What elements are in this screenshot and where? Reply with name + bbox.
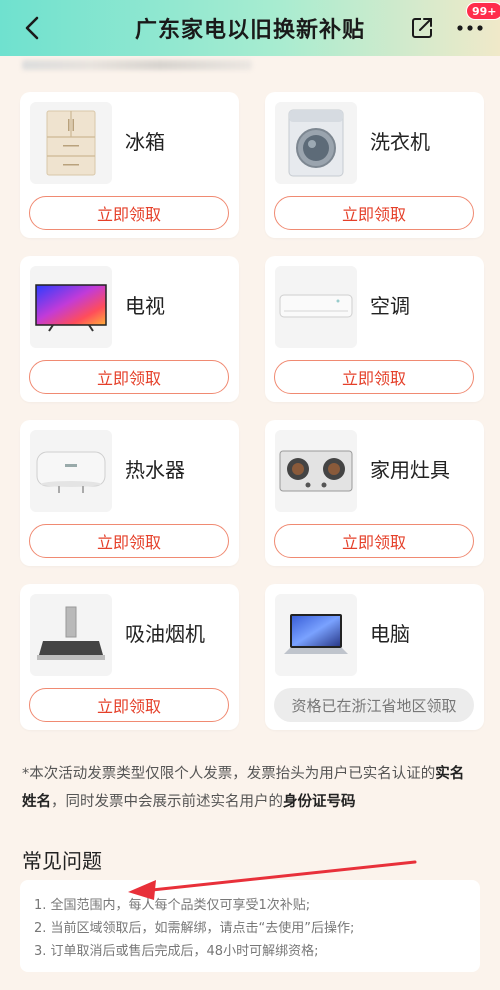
faq-list: 1. 全国范围内，每人每个品类仅可享受1次补贴; 2. 当前区域领取后，如需解绑… (20, 880, 480, 972)
product-image (275, 594, 357, 676)
faq-item: 2. 当前区域领取后，如需解绑，请点击“去使用”后操作; (34, 921, 355, 936)
product-card-washing-machine: 洗衣机 立即领取 (265, 92, 484, 238)
laptop-icon (284, 614, 348, 654)
faq-title: 常见问题 (22, 849, 102, 873)
product-card-laptop: 电脑 资格已在浙江省地区领取 (265, 584, 484, 730)
product-name: 电视 (125, 294, 165, 318)
tv-icon (35, 284, 107, 332)
note-text-2: ，同时发票中会展示前述实名用户的 (51, 794, 283, 810)
product-card-gas-stove: 家用灶具 立即领取 (265, 420, 484, 566)
product-card-air-conditioner: 空调 立即领取 (265, 256, 484, 402)
more-icon (457, 25, 483, 31)
product-name: 家用灶具 (370, 458, 450, 482)
product-name: 冰箱 (125, 130, 165, 154)
product-card-water-heater: 热水器 立即领取 (20, 420, 239, 566)
range-hood-icon (37, 606, 105, 660)
claim-button-water-heater[interactable]: 立即领取 (29, 524, 229, 558)
faq-item: 1. 全国范围内，每人每个品类仅可享受1次补贴; (34, 898, 311, 913)
page-title: 广东家电以旧换新补贴 (134, 18, 365, 43)
claim-button-washing-machine[interactable]: 立即领取 (274, 196, 474, 230)
claim-button-air-conditioner[interactable]: 立即领取 (274, 360, 474, 394)
product-image (275, 102, 357, 184)
product-card-fridge: 冰箱 立即领取 (20, 92, 239, 238)
blurred-address-text (22, 60, 252, 70)
claim-button-range-hood[interactable]: 立即领取 (29, 688, 229, 722)
note-text-1: *本次活动发票类型仅限个人发票，发票抬头为用户已实名认证的 (22, 766, 436, 782)
product-name: 吸油烟机 (125, 622, 205, 646)
product-name: 电脑 (370, 622, 410, 646)
top-navigation-bar: 广东家电以旧换新补贴 99+ (0, 0, 500, 56)
share-button[interactable] (406, 12, 438, 44)
claim-status-laptop: 资格已在浙江省地区领取 (274, 688, 474, 722)
product-name: 热水器 (125, 458, 185, 482)
product-image (275, 266, 357, 348)
product-image (275, 430, 357, 512)
product-image (30, 594, 112, 676)
product-image (30, 266, 112, 348)
share-icon (412, 18, 432, 38)
gas-stove-icon (279, 450, 353, 492)
water-heater-icon (36, 451, 106, 493)
chevron-left-icon (25, 16, 39, 40)
fridge-icon (46, 110, 96, 176)
invoice-note: *本次活动发票类型仅限个人发票，发票抬头为用户已实名认证的实名姓名，同时发票中会… (22, 760, 478, 816)
product-name: 空调 (370, 294, 410, 318)
notification-badge: 99+ (466, 2, 500, 20)
washing-machine-icon (288, 109, 344, 177)
product-card-tv: 电视 立即领取 (20, 256, 239, 402)
product-image (30, 102, 112, 184)
product-name: 洗衣机 (370, 130, 430, 154)
claim-button-tv[interactable]: 立即领取 (29, 360, 229, 394)
note-bold-idnumber: 身份证号码 (283, 794, 356, 810)
air-conditioner-icon (279, 294, 353, 318)
product-image (30, 430, 112, 512)
product-card-range-hood: 吸油烟机 立即领取 (20, 584, 239, 730)
claim-button-gas-stove[interactable]: 立即领取 (274, 524, 474, 558)
faq-item: 3. 订单取消后或售后完成后，48小时可解绑资格; (34, 944, 319, 959)
claim-button-fridge[interactable]: 立即领取 (29, 196, 229, 230)
back-button[interactable] (16, 12, 48, 44)
